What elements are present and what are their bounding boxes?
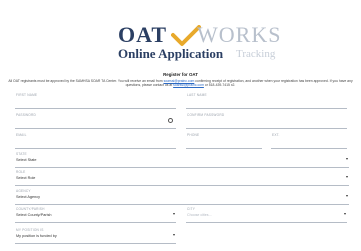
role-value: Select Role	[16, 176, 36, 180]
chevron-down-icon	[173, 213, 175, 215]
show-password-icon[interactable]	[168, 118, 173, 123]
city-label: CITY	[187, 207, 196, 211]
email-label: EMAIL	[16, 133, 27, 137]
agency-value: Select Agency	[16, 195, 41, 199]
password-field[interactable]: PASSWORD	[15, 111, 176, 129]
password-label: PASSWORD	[16, 113, 36, 117]
notice-text-1: All OAT registrants must be approved by …	[8, 79, 164, 83]
confirm-password-field[interactable]: CONFIRM PASSWORD	[186, 111, 347, 129]
support-email-link-1[interactable]: soarssi@prainc.com	[164, 79, 195, 83]
chevron-down-icon	[173, 234, 175, 236]
chevron-down-icon	[346, 158, 348, 160]
registration-notice: All OAT registrants must be approved by …	[6, 79, 355, 88]
ext-field[interactable]: EXT.	[271, 131, 347, 149]
form-title: Register for OAT	[163, 72, 198, 77]
logo-subtitle: Online Application	[118, 46, 224, 61]
logo-subtitle-tracking: Tracking	[236, 48, 276, 60]
phone-label: PHONE	[187, 133, 200, 137]
position-funding-select[interactable]: MY POSITION IS My position is funded by	[15, 226, 176, 244]
ext-label: EXT.	[272, 133, 280, 137]
city-placeholder: Choose cities...	[187, 213, 212, 217]
state-select[interactable]: STATE Select State	[15, 150, 349, 168]
email-field[interactable]: EMAIL	[15, 131, 176, 149]
state-value: Select State	[16, 158, 37, 162]
last-name-field[interactable]: LAST NAME	[186, 91, 347, 109]
position-value: My position is funded by	[16, 234, 57, 238]
chevron-down-icon	[344, 213, 346, 215]
city-select[interactable]: CITY Choose cities...	[186, 205, 347, 223]
phone-field[interactable]: PHONE	[186, 131, 262, 149]
chevron-down-icon	[346, 176, 348, 178]
support-email-link-2[interactable]: soarssi@prainc.com	[173, 83, 204, 87]
logo-works-text: WORKS	[197, 22, 282, 47]
first-name-field[interactable]: FIRST NAME	[15, 91, 176, 109]
role-label: ROLE	[16, 170, 26, 174]
county-value: Select County/Parish	[16, 213, 52, 217]
county-label: COUNTY/PARISH	[16, 207, 45, 211]
notice-text-3: or 518-439-7415 x2.	[203, 83, 236, 88]
role-select[interactable]: ROLE Select Role	[15, 168, 349, 186]
chevron-down-icon	[346, 195, 348, 197]
county-select[interactable]: COUNTY/PARISH Select County/Parish	[15, 205, 176, 223]
state-label: STATE	[16, 152, 27, 156]
confirm-password-label: CONFIRM PASSWORD	[187, 113, 225, 117]
logo-oat-text: OAT	[118, 22, 168, 47]
last-name-label: LAST NAME	[187, 93, 207, 97]
registration-page: OAT WORKS Online Application Tracking Re…	[0, 0, 361, 251]
first-name-label: FIRST NAME	[16, 93, 38, 97]
position-label: MY POSITION IS	[16, 228, 44, 232]
agency-label: AGENCY	[16, 189, 31, 193]
agency-select[interactable]: AGENCY Select Agency	[15, 187, 349, 205]
oatworks-logo: OAT WORKS Online Application Tracking	[0, 22, 361, 62]
